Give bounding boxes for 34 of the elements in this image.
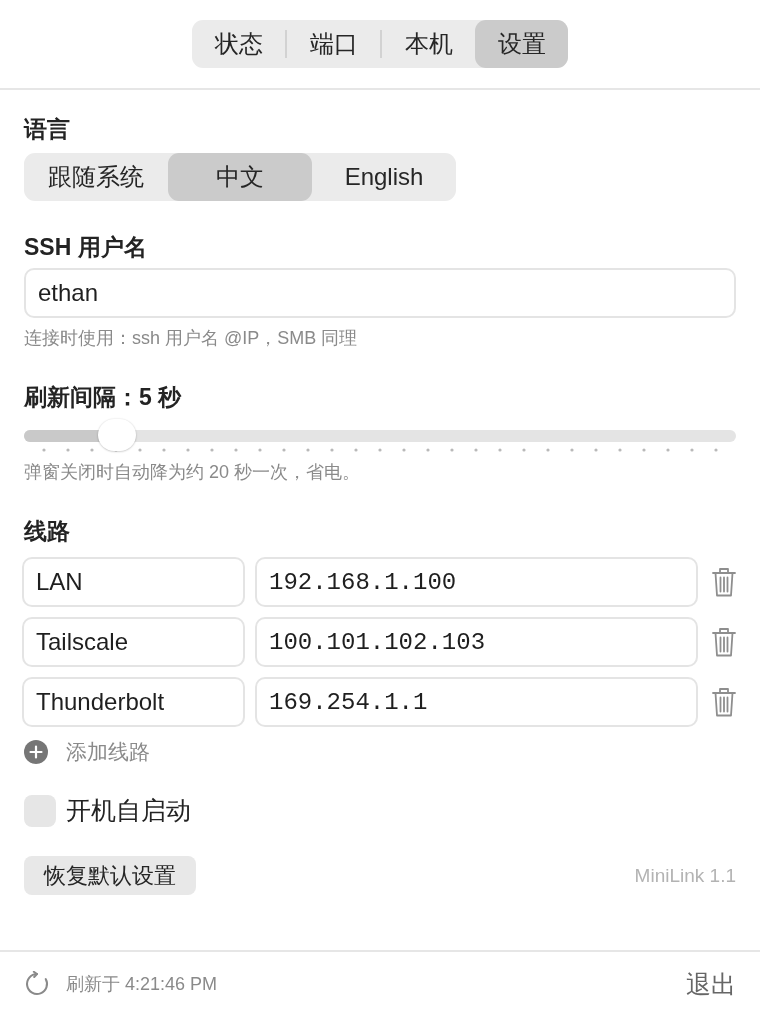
trash-icon[interactable] bbox=[712, 687, 736, 717]
last-refreshed-text: 刷新于 4:21:46 PM bbox=[66, 973, 218, 996]
route-name-field[interactable]: Tailscale bbox=[22, 617, 245, 667]
language-option[interactable]: English bbox=[312, 153, 456, 201]
address-field[interactable]: 192.168.1.100 bbox=[255, 557, 698, 607]
checkbox[interactable] bbox=[24, 794, 56, 827]
section-title: 刷新间隔：5 秒 bbox=[24, 383, 182, 412]
address-field[interactable]: 100.101.102.103 bbox=[255, 617, 698, 667]
version-text: MiniLink 1.1 bbox=[634, 864, 736, 887]
hint-text: 弹窗关闭时自动降为约 20 秒一次，省电。 bbox=[24, 461, 361, 484]
tab[interactable]: 设置 bbox=[475, 20, 568, 68]
plus-icon bbox=[24, 740, 48, 764]
trash-icon[interactable] bbox=[712, 627, 736, 657]
tab[interactable]: 端口 bbox=[287, 20, 380, 68]
refresh-icon[interactable] bbox=[24, 971, 50, 997]
language-option[interactable]: 中文 bbox=[168, 153, 312, 201]
add-route-button[interactable]: 添加线路 bbox=[24, 739, 150, 765]
section-title: 线路 bbox=[24, 517, 70, 546]
section-title: SSH 用户名 bbox=[24, 233, 147, 262]
slider-thumb[interactable] bbox=[98, 419, 137, 451]
slider-track[interactable] bbox=[24, 418, 736, 454]
section-title: 语言 bbox=[24, 115, 70, 144]
quit-button[interactable]: 退出 bbox=[686, 967, 736, 1001]
tab[interactable]: 状态 bbox=[192, 20, 285, 68]
address-field[interactable]: 169.254.1.1 bbox=[255, 677, 698, 727]
trash-icon[interactable] bbox=[712, 567, 736, 597]
route-name-field[interactable]: LAN bbox=[22, 557, 245, 607]
checkbox-label: 开机自启动 bbox=[66, 795, 191, 826]
language-option[interactable]: 跟随系统 bbox=[24, 153, 168, 201]
hint-text: 连接时使用：ssh 用户名 @IP，SMB 同理 bbox=[24, 327, 358, 350]
tab[interactable]: 本机 bbox=[382, 20, 475, 68]
route-name-field[interactable]: Thunderbolt bbox=[22, 677, 245, 727]
username-field[interactable]: ethan bbox=[24, 268, 736, 318]
reset-defaults-button[interactable]: 恢复默认设置 bbox=[24, 856, 196, 895]
